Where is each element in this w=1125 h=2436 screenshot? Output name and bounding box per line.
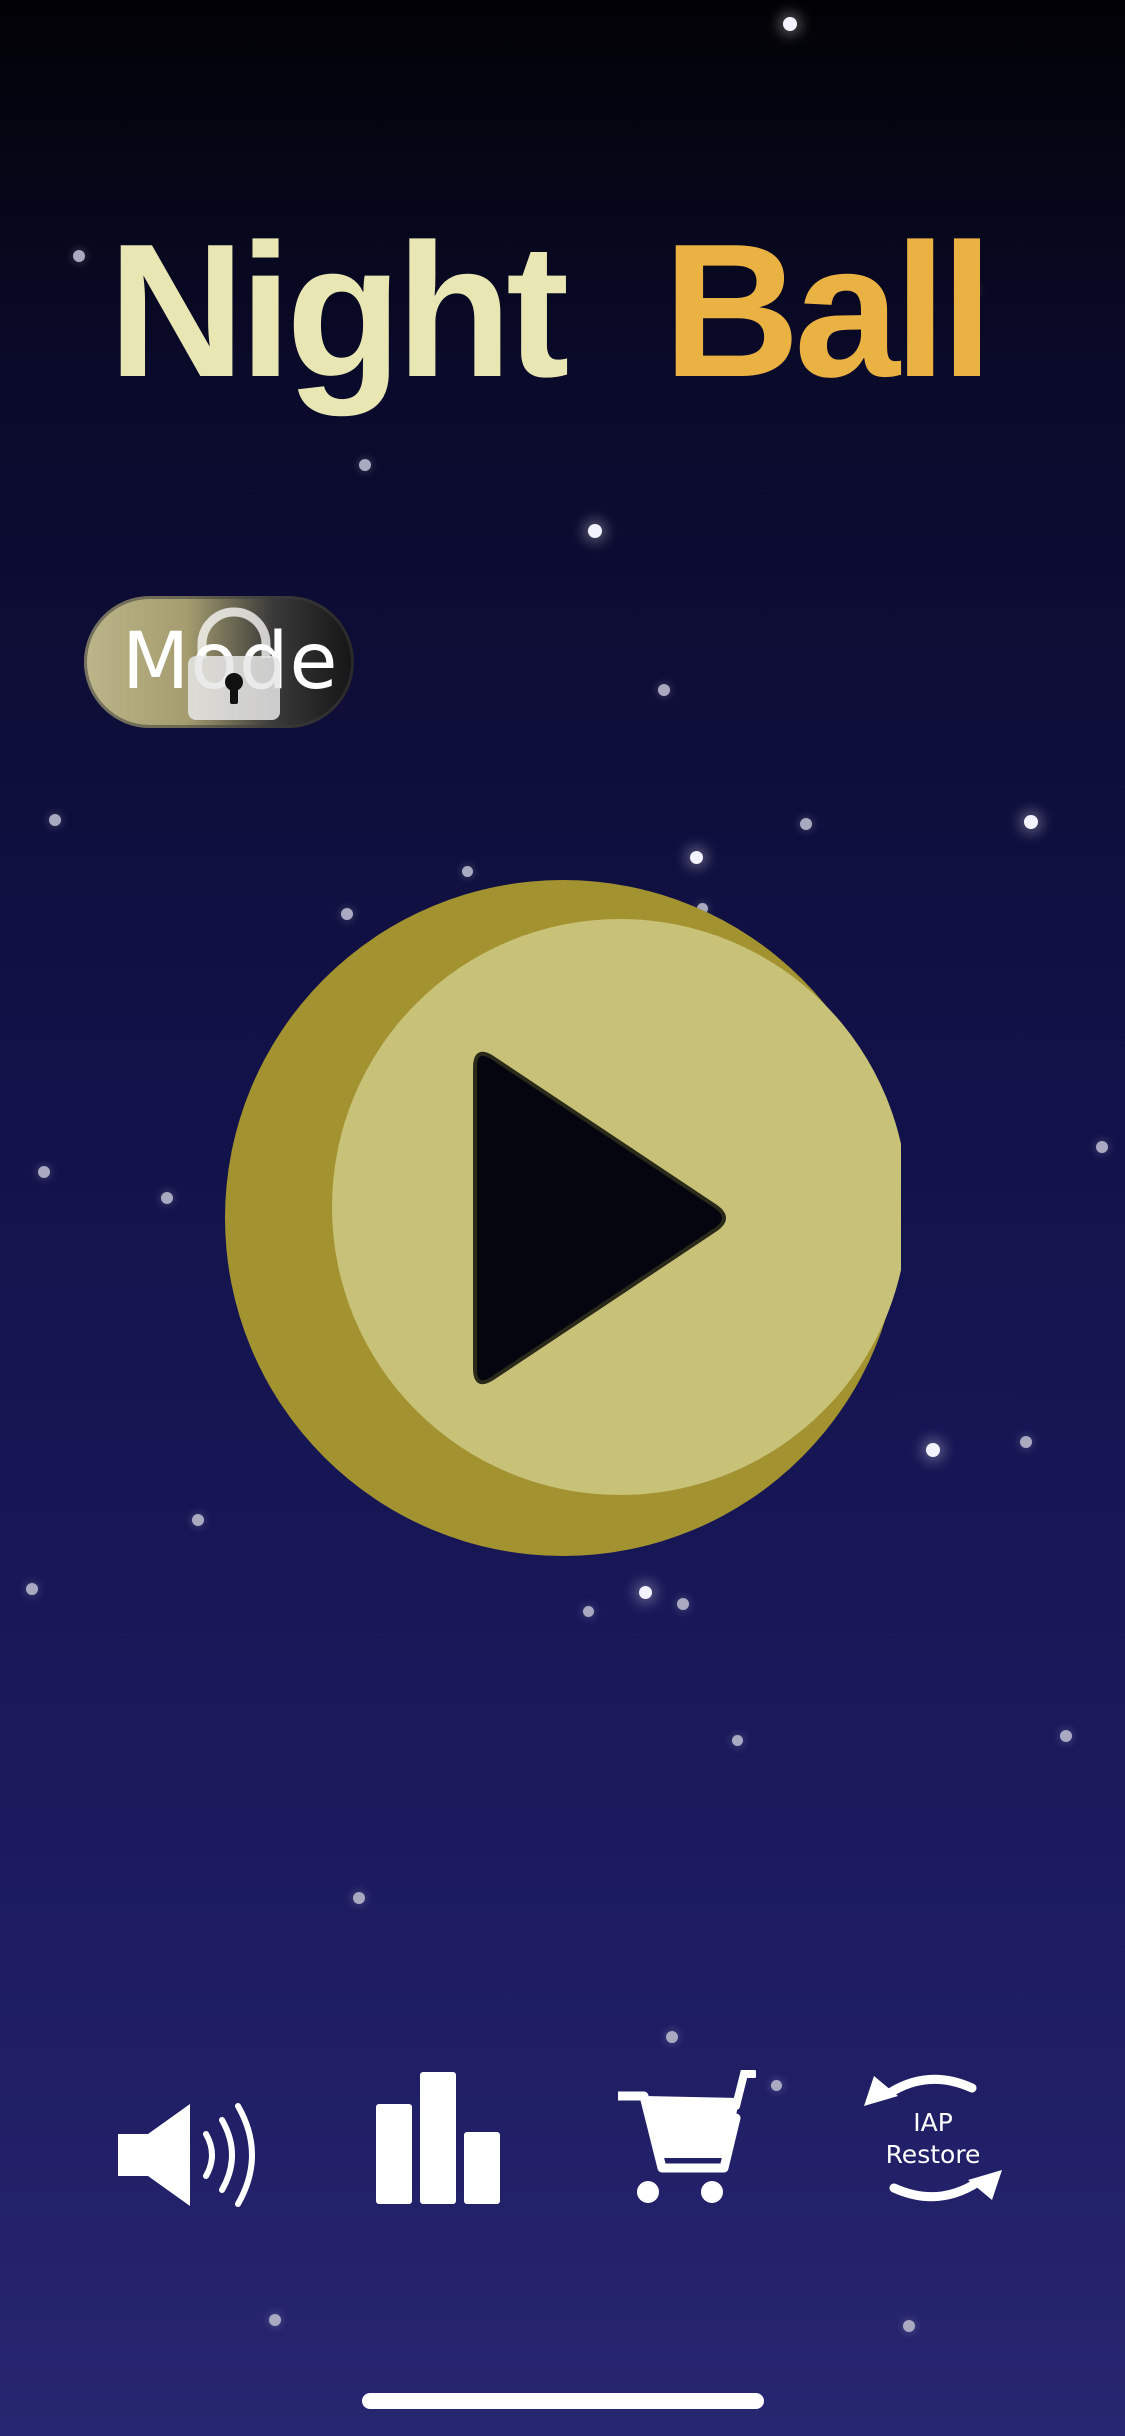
game-title: Night Ball: [108, 205, 1008, 434]
star: [639, 1586, 652, 1599]
star: [771, 2080, 782, 2091]
star: [677, 1598, 689, 1610]
lock-icon: [188, 607, 280, 720]
star: [49, 814, 61, 826]
star: [359, 459, 371, 471]
star: [690, 851, 703, 864]
star: [269, 2314, 281, 2326]
star: [462, 866, 473, 877]
star: [353, 1892, 365, 1904]
restore-label: Restore: [886, 2140, 981, 2169]
iap-restore-button[interactable]: IAP Restore: [862, 2062, 1004, 2212]
shop-button[interactable]: [616, 2068, 758, 2208]
star: [1096, 1141, 1108, 1153]
star: [658, 684, 670, 696]
star: [926, 1443, 940, 1457]
star: [732, 1735, 743, 1746]
play-icon: [225, 880, 908, 1556]
star: [666, 2031, 678, 2043]
star: [1060, 1730, 1072, 1742]
title-night: Night: [108, 224, 567, 417]
bar-chart-icon: [376, 2072, 500, 2204]
sound-button[interactable]: [114, 2100, 274, 2210]
star: [1024, 815, 1038, 829]
restore-arrows-icon: IAP Restore: [864, 2074, 1002, 2202]
star: [783, 17, 797, 31]
mode-toggle[interactable]: Mode: [84, 596, 354, 728]
title-ball: Ball: [663, 224, 987, 417]
star: [192, 1514, 204, 1526]
star: [588, 524, 602, 538]
play-button[interactable]: [225, 880, 908, 1556]
cart-icon: [618, 2070, 758, 2203]
title-logo: Night Ball: [108, 205, 993, 417]
star: [1020, 1436, 1032, 1448]
leaderboard-button[interactable]: [376, 2072, 502, 2204]
home-indicator: [362, 2393, 764, 2409]
star: [583, 1606, 594, 1617]
star: [161, 1192, 173, 1204]
star: [903, 2320, 915, 2332]
iap-label: IAP: [913, 2108, 953, 2137]
star: [38, 1166, 50, 1178]
star: [26, 1583, 38, 1595]
speaker-icon: [118, 2103, 255, 2207]
star: [800, 818, 812, 830]
star: [73, 250, 85, 262]
